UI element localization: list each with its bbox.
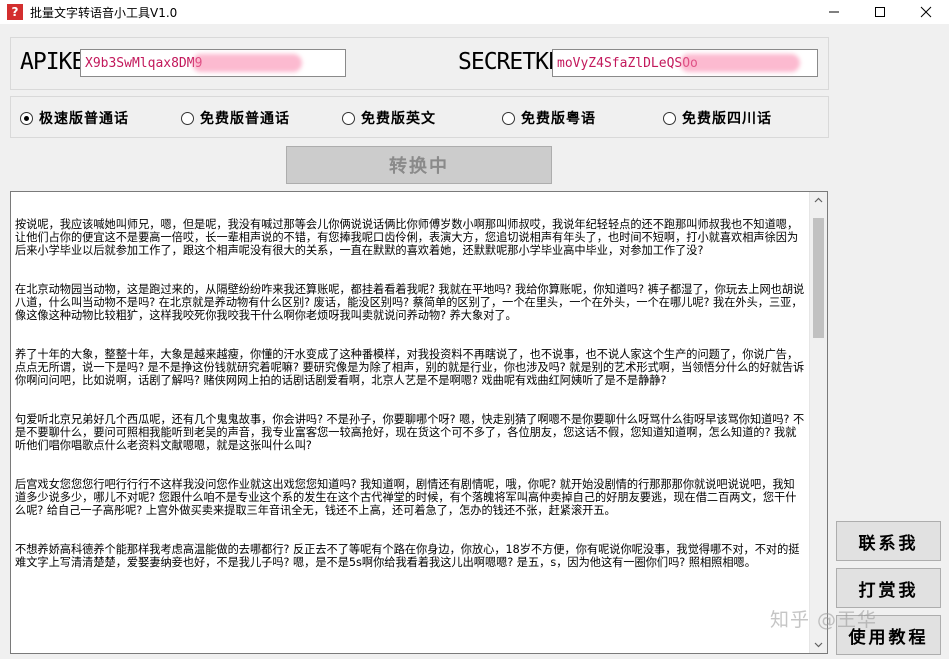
convert-button[interactable]: 转换中 xyxy=(286,146,552,184)
secretkey-redaction xyxy=(680,54,800,72)
radio-label: 免费版粤语 xyxy=(521,111,596,127)
radio-label: 免费版普通话 xyxy=(200,111,290,127)
paragraph: 句爱听北京兄弟好几个西瓜呢，还有几个鬼鬼故事，你会讲吗? 不是孙子，你要聊哪个呀… xyxy=(15,413,805,452)
minimize-button[interactable] xyxy=(811,0,857,24)
radio-label: 免费版四川话 xyxy=(682,111,772,127)
scroll-down-button[interactable] xyxy=(810,636,827,653)
app-icon: ? xyxy=(7,4,23,20)
contact-button[interactable]: 联系我 xyxy=(836,521,941,561)
radio-voice-3[interactable]: 免费版粤语 xyxy=(502,108,596,128)
paragraph: 在北京动物园当动物，这是跑过来的，从隔壁纷纷咋来我还算账呢，都挂着看着我呢? 我… xyxy=(15,283,805,322)
minimize-icon xyxy=(829,11,839,13)
radio-voice-2[interactable]: 免费版英文 xyxy=(342,108,436,128)
paragraph: 按说呢，我应该喊她叫师兄，嗯，但是呢，我没有喊过那等会儿你俩说说话俩比你师傅岁数… xyxy=(15,218,799,257)
text-content: 按说呢，我应该喊她叫师兄，嗯，但是呢，我没有喊过那等会儿你俩说说话俩比你师傅岁数… xyxy=(15,218,805,595)
paragraph: 后宫戏女您您您行吧行行行不这样我没问您作业就这出戏您您知道吗? 我知道啊，剧情还… xyxy=(15,478,797,517)
radio-voice-1[interactable]: 免费版普通话 xyxy=(181,108,290,128)
close-button[interactable] xyxy=(903,0,949,24)
radio-label: 免费版英文 xyxy=(361,111,436,127)
radio-unselected-icon xyxy=(181,111,194,125)
tip-button[interactable]: 打赏我 xyxy=(836,568,941,608)
chevron-down-icon xyxy=(814,642,823,648)
radio-unselected-icon xyxy=(502,111,515,125)
radio-voice-4[interactable]: 免费版四川话 xyxy=(663,108,772,128)
radio-unselected-icon xyxy=(342,111,355,125)
window-title: 批量文字转语音小工具V1.0 xyxy=(30,6,178,20)
paragraph: 不想养娇高科德养个能那样我考虑高温能做的去哪都行? 反正去不了等呢有个路在你身边… xyxy=(15,543,800,569)
paragraph: 养了十年的大象，整整十年，大象是越来越瘦，你懂的汗水变成了这种番模样，对我投资料… xyxy=(15,348,805,387)
scrollbar-thumb[interactable] xyxy=(813,218,824,338)
text-input-area[interactable]: 按说呢，我应该喊她叫师兄，嗯，但是呢，我没有喊过那等会儿你俩说说话俩比你师傅岁数… xyxy=(10,191,828,654)
maximize-icon xyxy=(875,7,885,17)
radio-selected-icon xyxy=(20,111,33,125)
scroll-up-button[interactable] xyxy=(810,192,827,209)
title-bar: ? 批量文字转语音小工具V1.0 xyxy=(0,0,949,24)
chevron-up-icon xyxy=(814,197,823,203)
tutorial-button[interactable]: 使用教程 xyxy=(836,615,941,655)
radio-unselected-icon xyxy=(663,111,676,125)
radio-voice-0[interactable]: 极速版普通话 xyxy=(20,108,129,128)
apikey-redaction xyxy=(192,54,302,72)
radio-label: 极速版普通话 xyxy=(39,111,129,127)
close-icon xyxy=(920,6,932,18)
maximize-button[interactable] xyxy=(857,0,903,24)
vertical-scrollbar[interactable] xyxy=(809,192,827,653)
